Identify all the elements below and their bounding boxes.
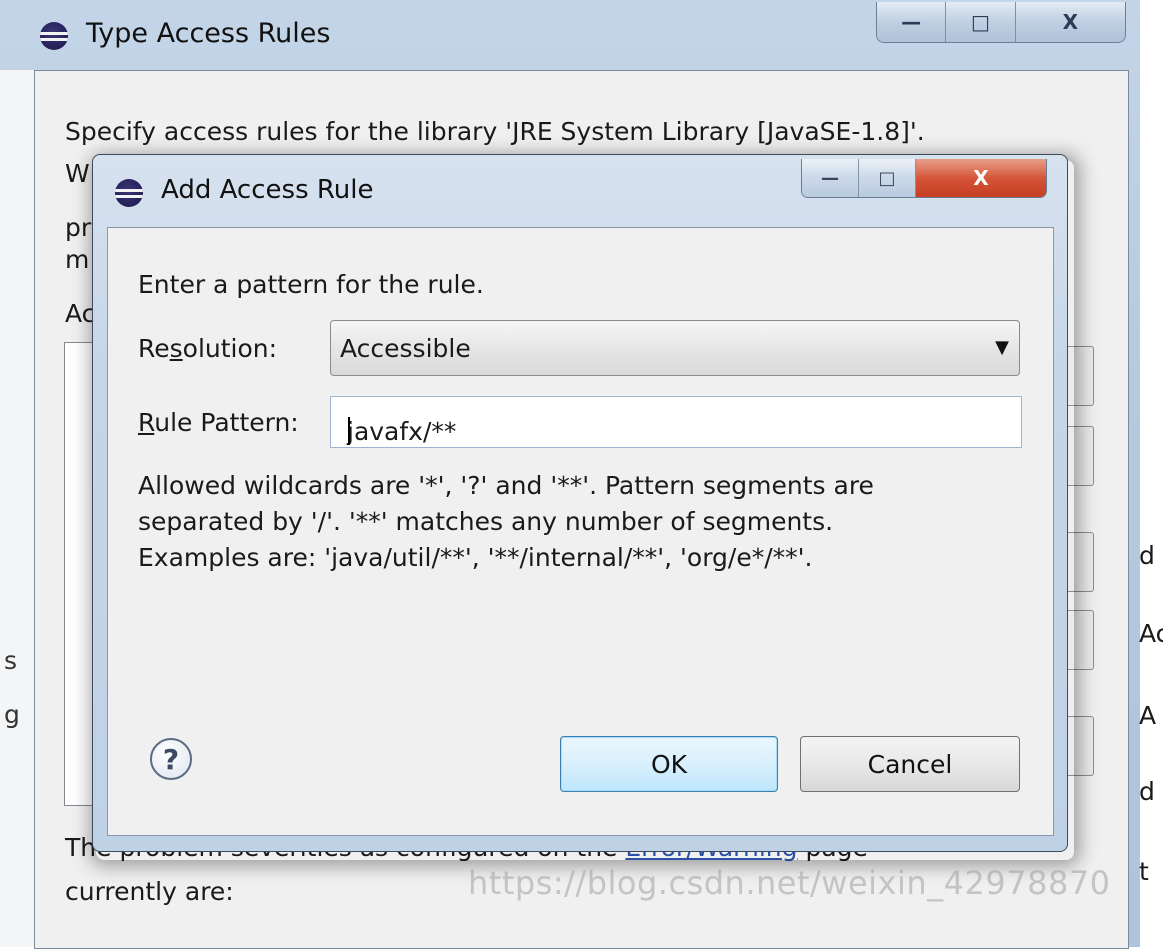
resolution-label-pre: Re [138,334,170,363]
maximize-button[interactable]: □ [946,2,1016,42]
right-fragment: Ac [1139,619,1163,648]
eclipse-icon [40,22,68,50]
eclipse-icon [115,179,143,207]
resolution-label-mnemonic: s [169,334,183,363]
description-fragment: m [65,245,90,274]
dialog-title: Add Access Rule [161,175,374,205]
dialog-prompt: Enter a pattern for the rule. [138,270,484,299]
description-fragment: pr [65,213,92,242]
right-fragment: d [1139,777,1155,806]
description-text: Specify access rules for the library 'JR… [65,117,925,146]
rule-pattern-input[interactable]: javafx/** [330,396,1022,448]
maximize-button[interactable]: □ [859,159,916,197]
left-text-fragment: s [4,646,18,675]
minimize-button[interactable]: — [802,159,859,197]
left-text-fragment: g [4,700,20,729]
right-fragment: t [1139,857,1149,886]
rule-pattern-label: Rule Pattern: [138,408,299,437]
close-button[interactable]: X [1015,2,1125,42]
rule-pattern-value: javafx/** [347,417,457,446]
dialog-window-controls: — □ X [801,159,1047,198]
footer-text-line2: currently are: [65,877,234,906]
minimize-button[interactable]: — [877,2,947,42]
resolution-label: Resolution: [138,334,277,363]
text-caret [348,417,350,445]
dialog-body: Enter a pattern for the rule. Resolution… [107,227,1054,836]
resolution-value: Accessible [340,334,471,363]
right-fragment: d [1139,541,1155,570]
left-background-strip: s g [0,70,34,947]
rule-pattern-label-mnemonic: R [138,408,155,437]
cancel-button[interactable]: Cancel [800,736,1020,792]
window-controls: — □ X [876,2,1126,43]
help-line: Allowed wildcards are '*', '?' and '**'.… [138,471,874,500]
resolution-label-post: olution: [182,334,278,363]
description-fragment: W [65,159,90,188]
watermark-text: https://blog.csdn.net/weixin_42978870 [468,864,1111,902]
dropdown-arrow-icon: ▼ [995,337,1009,358]
close-button[interactable]: X [916,159,1046,197]
window-title: Type Access Rules [86,18,331,49]
resolution-select[interactable]: Accessible ▼ [330,320,1020,376]
access-rules-label-fragment: Ac [65,299,96,328]
right-fragment: A [1139,701,1157,730]
wildcard-help-text: Allowed wildcards are '*', '?' and '**'.… [138,468,1018,576]
add-access-rule-dialog: Add Access Rule — □ X Enter a pattern fo… [92,154,1068,852]
rule-pattern-label-post: ule Pattern: [154,408,299,437]
ok-button[interactable]: OK [560,736,778,792]
help-line: separated by '/'. '**' matches any numbe… [138,507,834,536]
help-icon[interactable]: ? [150,738,192,780]
help-line: Examples are: 'java/util/**', '**/intern… [138,543,813,572]
